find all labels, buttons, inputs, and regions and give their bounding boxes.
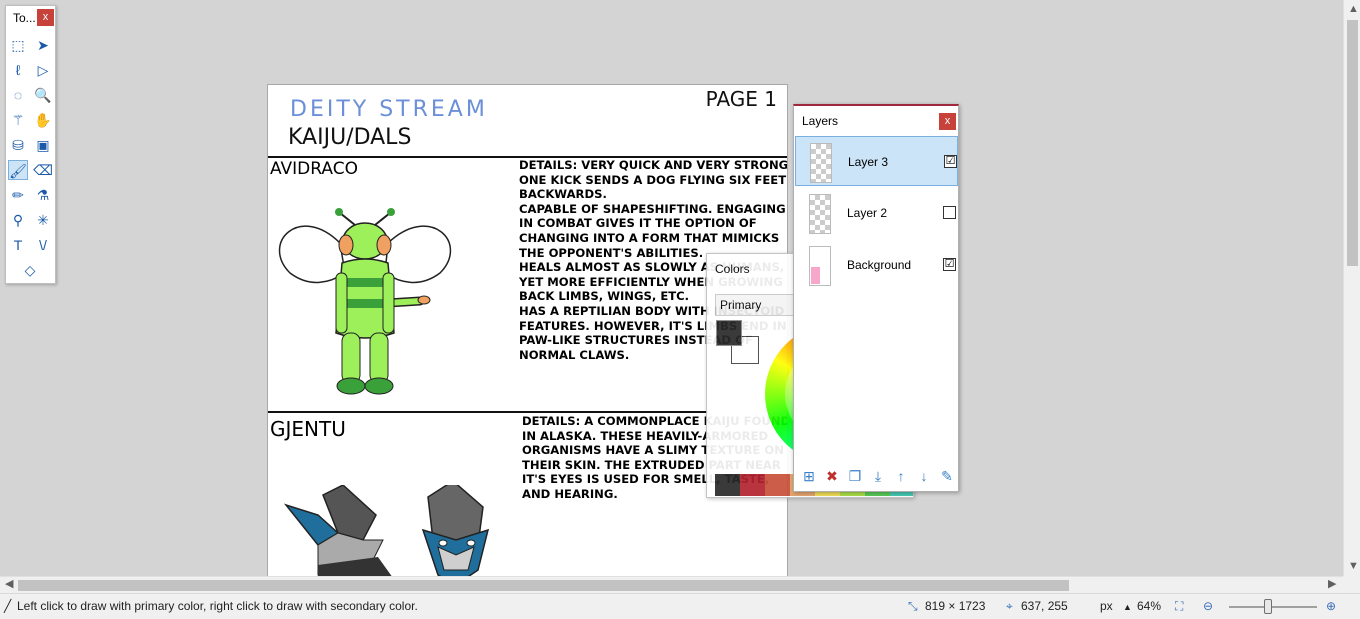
text-icon[interactable]: T xyxy=(8,235,28,255)
zoom-slider-track[interactable] xyxy=(1229,606,1317,608)
delete-layer-icon[interactable]: ✖ xyxy=(823,467,841,485)
colors-title: Colors xyxy=(715,262,750,276)
palette-swatch[interactable] xyxy=(740,474,765,496)
header-title: DEITY STREAM xyxy=(290,97,488,122)
layers-window[interactable]: Layers x Layer 3 ☑ Layer 2 Background ☑ … xyxy=(793,104,959,492)
merge-layer-down-icon[interactable]: ⤓ xyxy=(869,467,887,485)
divider-line xyxy=(268,411,708,413)
layers-toolbar: ⊞ ✖ ❐ ⤓ ↑ ↓ ✎ xyxy=(794,467,958,491)
recolor-icon[interactable]: ✳ xyxy=(33,210,53,230)
rectangle-select-icon[interactable]: ⬚ xyxy=(8,35,28,55)
pan-icon[interactable]: ✋ xyxy=(33,110,53,130)
zoom-slider-thumb[interactable] xyxy=(1264,599,1272,614)
scroll-up-icon[interactable]: ▲ xyxy=(1348,4,1359,15)
image-size-icon: ⤡ xyxy=(908,599,918,613)
tools-window[interactable]: To... x ⬚ ➤ ℓ ▷ ◌ 🔍 ⚚ ✋ ⛁ ▣ 🖌 ⌫ ✏ ⚗ ⚲ ✳ T \/ ◇ xyxy=(5,5,56,284)
gjentu-drawing xyxy=(283,485,490,576)
layer-visibility-checkbox[interactable]: ☑ xyxy=(944,155,957,168)
horizontal-scroll-thumb[interactable] xyxy=(18,580,1069,591)
tools-title: To... xyxy=(13,11,36,25)
scrollbar-corner xyxy=(1343,576,1360,593)
layer-row-background[interactable]: Background ☑ xyxy=(795,240,958,290)
page-label: PAGE 1 xyxy=(705,87,777,111)
status-bar: ╱ Left click to draw with primary color,… xyxy=(0,593,1360,619)
units-selector[interactable]: px xyxy=(1100,599,1113,613)
add-layer-icon[interactable]: ⊞ xyxy=(800,467,818,485)
scroll-right-icon[interactable]: ▶ xyxy=(1328,579,1336,590)
layer-visibility-checkbox[interactable] xyxy=(943,206,956,219)
entry-name: AVIDRACO xyxy=(270,159,358,179)
line-curve-icon[interactable]: \/ xyxy=(33,235,53,255)
units-dropdown-icon[interactable]: ▲ xyxy=(1123,602,1132,612)
zoom-in-icon[interactable]: ⊕ xyxy=(1326,599,1336,613)
paintbrush-icon[interactable]: 🖌 xyxy=(8,160,28,180)
move-selection-icon[interactable]: ▷ xyxy=(33,60,53,80)
layer-visibility-checkbox[interactable]: ☑ xyxy=(943,258,956,271)
palette-swatch[interactable] xyxy=(715,474,740,496)
horizontal-scrollbar[interactable]: ◀ ▶ xyxy=(0,576,1343,593)
shapes-icon[interactable]: ◇ xyxy=(8,260,52,280)
layer-properties-icon[interactable]: ✎ xyxy=(938,467,956,485)
image-size: 819 × 1723 xyxy=(925,599,986,613)
vertical-scroll-thumb[interactable] xyxy=(1347,20,1358,266)
layer-name: Layer 3 xyxy=(848,155,889,169)
ellipse-select-icon[interactable]: ◌ xyxy=(8,85,28,105)
layer-thumbnail xyxy=(810,143,832,183)
zoom-out-icon[interactable]: ⊖ xyxy=(1203,599,1213,613)
color-picker-icon[interactable]: ⚗ xyxy=(33,185,53,205)
cursor-position-icon: ⌖ xyxy=(1006,599,1013,613)
scroll-down-icon[interactable]: ▼ xyxy=(1348,561,1359,572)
layer-thumbnail xyxy=(809,194,831,234)
vertical-scrollbar[interactable]: ▲ ▼ xyxy=(1343,0,1360,576)
cursor-position: 637, 255 xyxy=(1021,599,1068,613)
layer-row-layer-2[interactable]: Layer 2 xyxy=(795,188,958,238)
entry-name: GJENTU xyxy=(270,417,346,441)
duplicate-layer-icon[interactable]: ❐ xyxy=(846,467,864,485)
primary-color-swatch[interactable] xyxy=(716,320,742,346)
move-layer-up-icon[interactable]: ↑ xyxy=(892,467,910,485)
paintbrush-icon: ╱ xyxy=(4,599,12,613)
layer-row-layer-3[interactable]: Layer 3 ☑ xyxy=(795,136,958,186)
canvas-workspace[interactable]: DEITY STREAM KAIJU/DALS PAGE 1 AVIDRACO … xyxy=(0,0,1343,576)
header-subtitle: KAIJU/DALS xyxy=(288,125,412,150)
lasso-select-icon[interactable]: ℓ xyxy=(8,60,28,80)
layers-close-button[interactable]: x xyxy=(939,113,956,130)
scroll-left-icon[interactable]: ◀ xyxy=(5,579,13,590)
layer-name: Background xyxy=(847,258,912,272)
paint-bucket-icon[interactable]: ⛁ xyxy=(8,135,28,155)
zoom-icon[interactable]: 🔍 xyxy=(33,85,53,105)
clone-stamp-icon[interactable]: ⚲ xyxy=(8,210,28,230)
move-selected-icon[interactable]: ➤ xyxy=(33,35,53,55)
zoom-level[interactable]: 64% xyxy=(1137,599,1161,613)
pencil-icon[interactable]: ✏ xyxy=(8,185,28,205)
layer-thumbnail xyxy=(809,246,831,286)
magic-wand-icon[interactable]: ⚚ xyxy=(8,110,28,130)
palette-swatch[interactable] xyxy=(765,474,790,496)
gradient-icon[interactable]: ▣ xyxy=(33,135,53,155)
tools-close-button[interactable]: x xyxy=(37,9,54,26)
eraser-icon[interactable]: ⌫ xyxy=(33,160,53,180)
move-layer-down-icon[interactable]: ↓ xyxy=(915,467,933,485)
layers-title: Layers xyxy=(802,114,839,128)
avidraco-drawing xyxy=(278,208,452,395)
layer-name: Layer 2 xyxy=(847,206,888,220)
zoom-to-window-icon[interactable]: ⛶ xyxy=(1175,599,1183,614)
status-hint: Left click to draw with primary color, r… xyxy=(17,599,418,613)
